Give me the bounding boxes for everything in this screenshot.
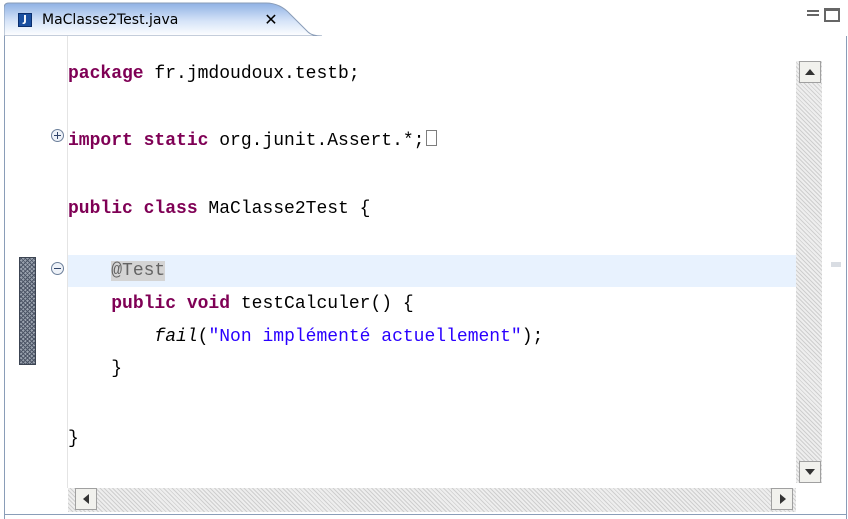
horizontal-scrollbar[interactable] [68, 488, 796, 512]
method-call: fail [154, 327, 198, 347]
editor-tab[interactable]: J MaClasse2Test.java ✕ [4, 2, 322, 36]
code-line-method: public void testCalculer() { [68, 288, 414, 320]
string-literal: "Non implémenté actuellement" [208, 327, 522, 347]
editor-frame-right [846, 36, 847, 519]
current-line-highlight [68, 255, 796, 287]
keyword: package [68, 64, 144, 84]
tab-title: MaClasse2Test.java [42, 12, 179, 28]
overview-ruler[interactable] [822, 61, 846, 483]
code-text: fr.jmdoudoux.testb; [143, 64, 360, 84]
keyword: void [176, 294, 231, 314]
minimize-icon[interactable] [806, 9, 820, 17]
code-text: testCalculer() { [230, 294, 414, 314]
code-editor[interactable]: package fr.jmdoudoux.testb; import stati… [0, 36, 848, 519]
scroll-up-button[interactable] [799, 61, 821, 83]
code-text: ); [521, 327, 544, 347]
code-line-fail: fail("Non implémenté actuellement"); [68, 321, 543, 353]
code-text: } [68, 429, 79, 449]
collapse-fold-icon[interactable] [51, 262, 64, 275]
code-text: } [68, 359, 123, 379]
expand-fold-icon[interactable] [51, 129, 64, 142]
code-text: ( [197, 327, 209, 347]
code-line-annotation: @Test [68, 255, 166, 287]
java-file-icon: J [18, 13, 32, 27]
keyword: public [111, 294, 177, 314]
code-line-class: public class MaClasse2Test { [68, 193, 370, 225]
code-line-package: package fr.jmdoudoux.testb; [68, 58, 360, 90]
overview-ruler-mark[interactable] [831, 262, 841, 267]
scroll-left-button[interactable] [75, 488, 97, 510]
quick-diff-marker[interactable] [19, 257, 36, 365]
code-text: org.junit.Assert.*; [208, 131, 425, 151]
annotation: @Test [111, 261, 166, 281]
code-line-close-method: } [68, 353, 122, 385]
maximize-icon[interactable] [824, 8, 840, 22]
code-line-close-class: } [68, 423, 79, 455]
editor-frame-bottom [4, 514, 847, 515]
code-line-import: import static org.junit.Assert.*; [68, 125, 438, 157]
keyword: static [132, 131, 209, 151]
scroll-down-button[interactable] [799, 461, 821, 483]
code-text: MaClasse2Test { [197, 199, 371, 219]
editor-frame-left [4, 36, 5, 519]
folded-imports-icon[interactable] [426, 130, 438, 147]
scroll-right-button[interactable] [771, 488, 793, 510]
editor-tab-bar: J MaClasse2Test.java ✕ [0, 0, 848, 37]
vertical-scrollbar[interactable] [796, 61, 822, 483]
keyword: import [68, 131, 133, 151]
keyword: class [132, 199, 198, 219]
close-icon[interactable]: ✕ [262, 11, 280, 29]
keyword: public [68, 199, 133, 219]
